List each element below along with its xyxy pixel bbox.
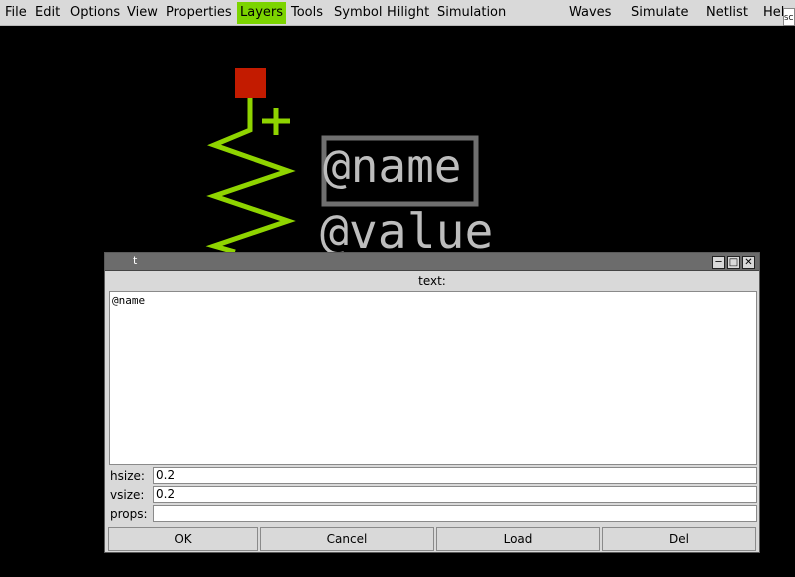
props-label: props: (110, 507, 148, 521)
menu-layers[interactable]: Layers (237, 2, 287, 24)
menu-netlist[interactable]: Netlist (703, 2, 751, 24)
menu-options[interactable]: Options (67, 2, 123, 24)
vsize-label: vsize: (110, 488, 145, 502)
menu-properties[interactable]: Properties (163, 2, 235, 24)
menu-tools[interactable]: Tools (288, 2, 326, 24)
hsize-label: hsize: (110, 469, 145, 483)
symbol-name-text[interactable]: @name (323, 139, 461, 193)
load-button[interactable]: Load (436, 527, 600, 551)
menu-symbol[interactable]: Symbol (331, 2, 385, 24)
dialog-title: t (133, 254, 138, 267)
menu-bar: File Edit Options View Properties Layers… (0, 0, 795, 26)
hsize-input[interactable]: 0.2 (153, 467, 757, 484)
menu-edit[interactable]: Edit (32, 2, 63, 24)
text-label: text: (418, 274, 446, 288)
pin-square[interactable] (235, 68, 266, 98)
minimize-icon[interactable]: ─ (712, 256, 725, 269)
props-input[interactable] (153, 505, 757, 522)
simulation-status-indicator[interactable]: SC (783, 8, 795, 26)
vsize-input[interactable]: 0.2 (153, 486, 757, 503)
close-icon[interactable]: ✕ (742, 256, 755, 269)
dialog-titlebar[interactable]: t ─ □ ✕ (105, 253, 759, 271)
edit-text-dialog: t ─ □ ✕ text: @name hsize: 0.2 vsize: 0.… (104, 252, 760, 553)
menu-waves[interactable]: Waves (566, 2, 614, 24)
hsize-row: hsize: 0.2 (105, 467, 759, 485)
menu-simulation[interactable]: Simulation (434, 2, 509, 24)
maximize-icon[interactable]: □ (727, 256, 740, 269)
ok-button[interactable]: OK (108, 527, 258, 551)
props-row: props: (105, 505, 759, 523)
vsize-row: vsize: 0.2 (105, 486, 759, 504)
text-editor[interactable]: @name (109, 291, 757, 465)
cancel-button[interactable]: Cancel (260, 527, 434, 551)
menu-simulate[interactable]: Simulate (628, 2, 691, 24)
menu-file[interactable]: File (2, 2, 30, 24)
menu-view[interactable]: View (124, 2, 161, 24)
menu-hilight[interactable]: Hilight (384, 2, 432, 24)
del-button[interactable]: Del (602, 527, 756, 551)
